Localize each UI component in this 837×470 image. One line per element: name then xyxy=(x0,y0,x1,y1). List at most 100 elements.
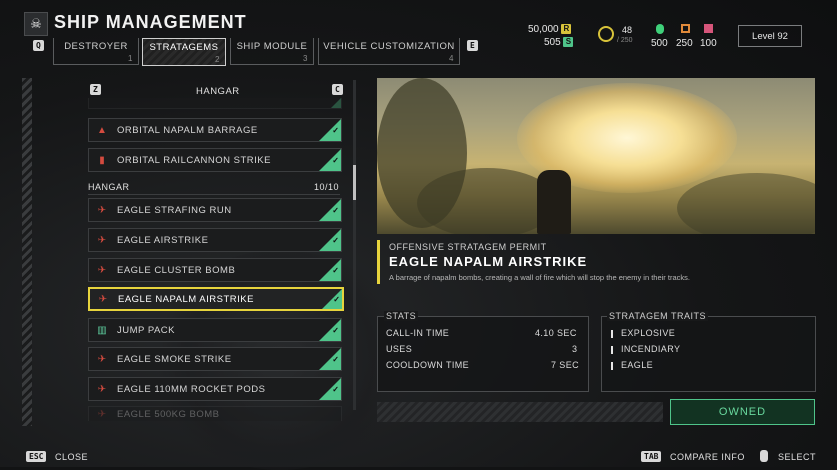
foliage-shape xyxy=(677,173,815,234)
stratagem-category: OFFENSIVE STRATAGEM PERMIT xyxy=(389,242,547,252)
railcannon-icon: ▮ xyxy=(99,154,105,166)
tab-stratagems[interactable]: STRATAGEMS 2 xyxy=(142,38,226,66)
key-hint-right: C xyxy=(332,84,343,95)
item-name: ORBITAL RAILCANNON STRIKE xyxy=(117,154,271,166)
list-item-eagle-500kg-bomb[interactable]: ✈ EAGLE 500KG BOMB xyxy=(88,406,342,421)
item-name: ORBITAL NAPALM BARRAGE xyxy=(117,124,258,136)
super-samples-value: 100 xyxy=(700,38,717,49)
list-item-partial xyxy=(88,98,342,109)
stats-title: STATS xyxy=(384,311,419,321)
list-item-eagle-110mm-rocket-pods[interactable]: ✈ EAGLE 110MM ROCKET PODS ✓ xyxy=(88,377,342,401)
select-button[interactable]: SELECT xyxy=(778,452,816,462)
orbital-icon: ▲ xyxy=(97,124,107,136)
list-item-eagle-cluster-bomb[interactable]: ✈ EAGLE CLUSTER BOMB ✓ xyxy=(88,258,342,282)
checkmark-icon: ✓ xyxy=(332,326,339,335)
trait-marker-icon xyxy=(611,361,613,370)
list-item-orbital-railcannon-strike[interactable]: ▮ ORBITAL RAILCANNON STRIKE ✓ xyxy=(88,148,342,172)
list-header: HANGAR xyxy=(196,86,240,97)
list-item-eagle-napalm-airstrike[interactable]: ✈ EAGLE NAPALM AIRSTRIKE ✓ xyxy=(88,287,344,311)
rare-samples-value: 250 xyxy=(676,38,693,49)
accent-bar xyxy=(377,240,380,284)
item-name: EAGLE 500KG BOMB xyxy=(117,408,220,420)
stratagem-preview-image xyxy=(377,78,815,234)
trait-item: INCENDIARY xyxy=(611,344,680,354)
eagle-icon: ✈ xyxy=(97,408,107,420)
item-name: EAGLE 110MM ROCKET PODS xyxy=(117,383,266,395)
skull-logo-icon: ☠ xyxy=(24,12,48,36)
tab-number: 2 xyxy=(215,55,220,64)
level-badge: Level 92 xyxy=(738,25,802,47)
medals-value: 48 xyxy=(622,25,633,35)
stratagem-description: A barrage of napalm bombs, creating a wa… xyxy=(389,273,690,282)
tab-label: STRATAGEMS xyxy=(149,42,219,53)
section-label: HANGAR xyxy=(88,182,130,192)
list-item-eagle-airstrike[interactable]: ✈ EAGLE AIRSTRIKE ✓ xyxy=(88,228,342,252)
item-name: EAGLE NAPALM AIRSTRIKE xyxy=(118,293,254,305)
tab-number: 1 xyxy=(128,54,133,63)
eagle-icon: ✈ xyxy=(97,264,107,276)
stat-label: USES xyxy=(386,344,413,354)
tab-ship-module[interactable]: SHIP MODULE 3 xyxy=(230,38,314,65)
jump-pack-icon: ▥ xyxy=(97,324,107,336)
trait-label: EXPLOSIVE xyxy=(621,328,676,338)
key-hint-left: Z xyxy=(90,84,101,95)
stat-value: 7 SEC xyxy=(551,360,580,370)
stat-label: COOLDOWN TIME xyxy=(386,360,470,370)
list-item-orbital-napalm-barrage[interactable]: ▲ ORBITAL NAPALM BARRAGE ✓ xyxy=(88,118,342,142)
owned-button[interactable]: OWNED xyxy=(670,399,815,425)
item-name: EAGLE AIRSTRIKE xyxy=(117,234,209,246)
requisition-value: 50,000 xyxy=(528,24,559,35)
decorative-stripe-bar xyxy=(377,402,663,422)
checkmark-icon: ✓ xyxy=(332,385,339,394)
eagle-icon: ✈ xyxy=(97,204,107,216)
common-sample-icon xyxy=(656,24,664,34)
scrollbar-thumb[interactable] xyxy=(353,165,356,200)
eagle-icon: ✈ xyxy=(97,234,107,246)
item-name: EAGLE SMOKE STRIKE xyxy=(117,353,232,365)
foliage-shape xyxy=(417,168,557,234)
close-button[interactable]: CLOSE xyxy=(55,452,88,462)
stat-value: 4.10 SEC xyxy=(535,328,577,338)
requisition-icon: R xyxy=(561,24,572,35)
super-sample-icon xyxy=(704,24,713,33)
tab-label: DESTROYER xyxy=(64,41,128,52)
stat-label: CALL-IN TIME xyxy=(386,328,450,338)
medal-icon xyxy=(598,26,614,42)
checkmark-icon: ✓ xyxy=(333,295,340,304)
list-item-jump-pack[interactable]: ▥ JUMP PACK ✓ xyxy=(88,318,342,342)
tab-label: VEHICLE CUSTOMIZATION xyxy=(323,41,455,52)
tab-number: 3 xyxy=(303,54,308,63)
tab-label: SHIP MODULE xyxy=(236,41,308,52)
checkmark-icon: ✓ xyxy=(332,236,339,245)
trait-item: EAGLE xyxy=(611,360,653,370)
checkmark-icon: ✓ xyxy=(332,156,339,165)
tab-destroyer[interactable]: DESTROYER 1 xyxy=(53,38,139,65)
list-item-eagle-strafing-run[interactable]: ✈ EAGLE STRAFING RUN ✓ xyxy=(88,198,342,222)
trait-label: INCENDIARY xyxy=(621,344,681,354)
mouse-icon xyxy=(760,450,768,462)
tab-key-hint: TAB xyxy=(641,451,662,462)
rare-sample-icon xyxy=(681,24,690,33)
scrollbar-track[interactable] xyxy=(353,80,356,410)
esc-key-hint: ESC xyxy=(26,451,47,462)
checkmark-icon: ✓ xyxy=(332,126,339,135)
medals-max: / 250 xyxy=(617,37,633,44)
tab-vehicle-customization[interactable]: VEHICLE CUSTOMIZATION 4 xyxy=(318,38,460,65)
section-count: 10/10 xyxy=(314,182,340,192)
stat-value: 3 xyxy=(572,344,578,354)
item-name: JUMP PACK xyxy=(117,324,175,336)
compare-info-button[interactable]: COMPARE INFO xyxy=(670,452,745,462)
owned-check-icon xyxy=(319,98,341,108)
super-credits-icon: S xyxy=(563,37,574,48)
stratagem-name: EAGLE NAPALM AIRSTRIKE xyxy=(389,254,588,269)
list-item-eagle-smoke-strike[interactable]: ✈ EAGLE SMOKE STRIKE ✓ xyxy=(88,347,342,371)
super-credits-value: 505 xyxy=(544,37,561,48)
requisition-display: 50,000 R xyxy=(528,24,572,35)
page-title: SHIP MANAGEMENT xyxy=(54,12,247,32)
tab-number: 4 xyxy=(449,54,454,63)
key-hint-next-tab: E xyxy=(467,40,478,51)
eagle-icon: ✈ xyxy=(98,293,108,305)
common-samples-value: 500 xyxy=(651,38,668,49)
checkmark-icon: ✓ xyxy=(332,355,339,364)
key-hint-prev-tab: Q xyxy=(33,40,44,51)
